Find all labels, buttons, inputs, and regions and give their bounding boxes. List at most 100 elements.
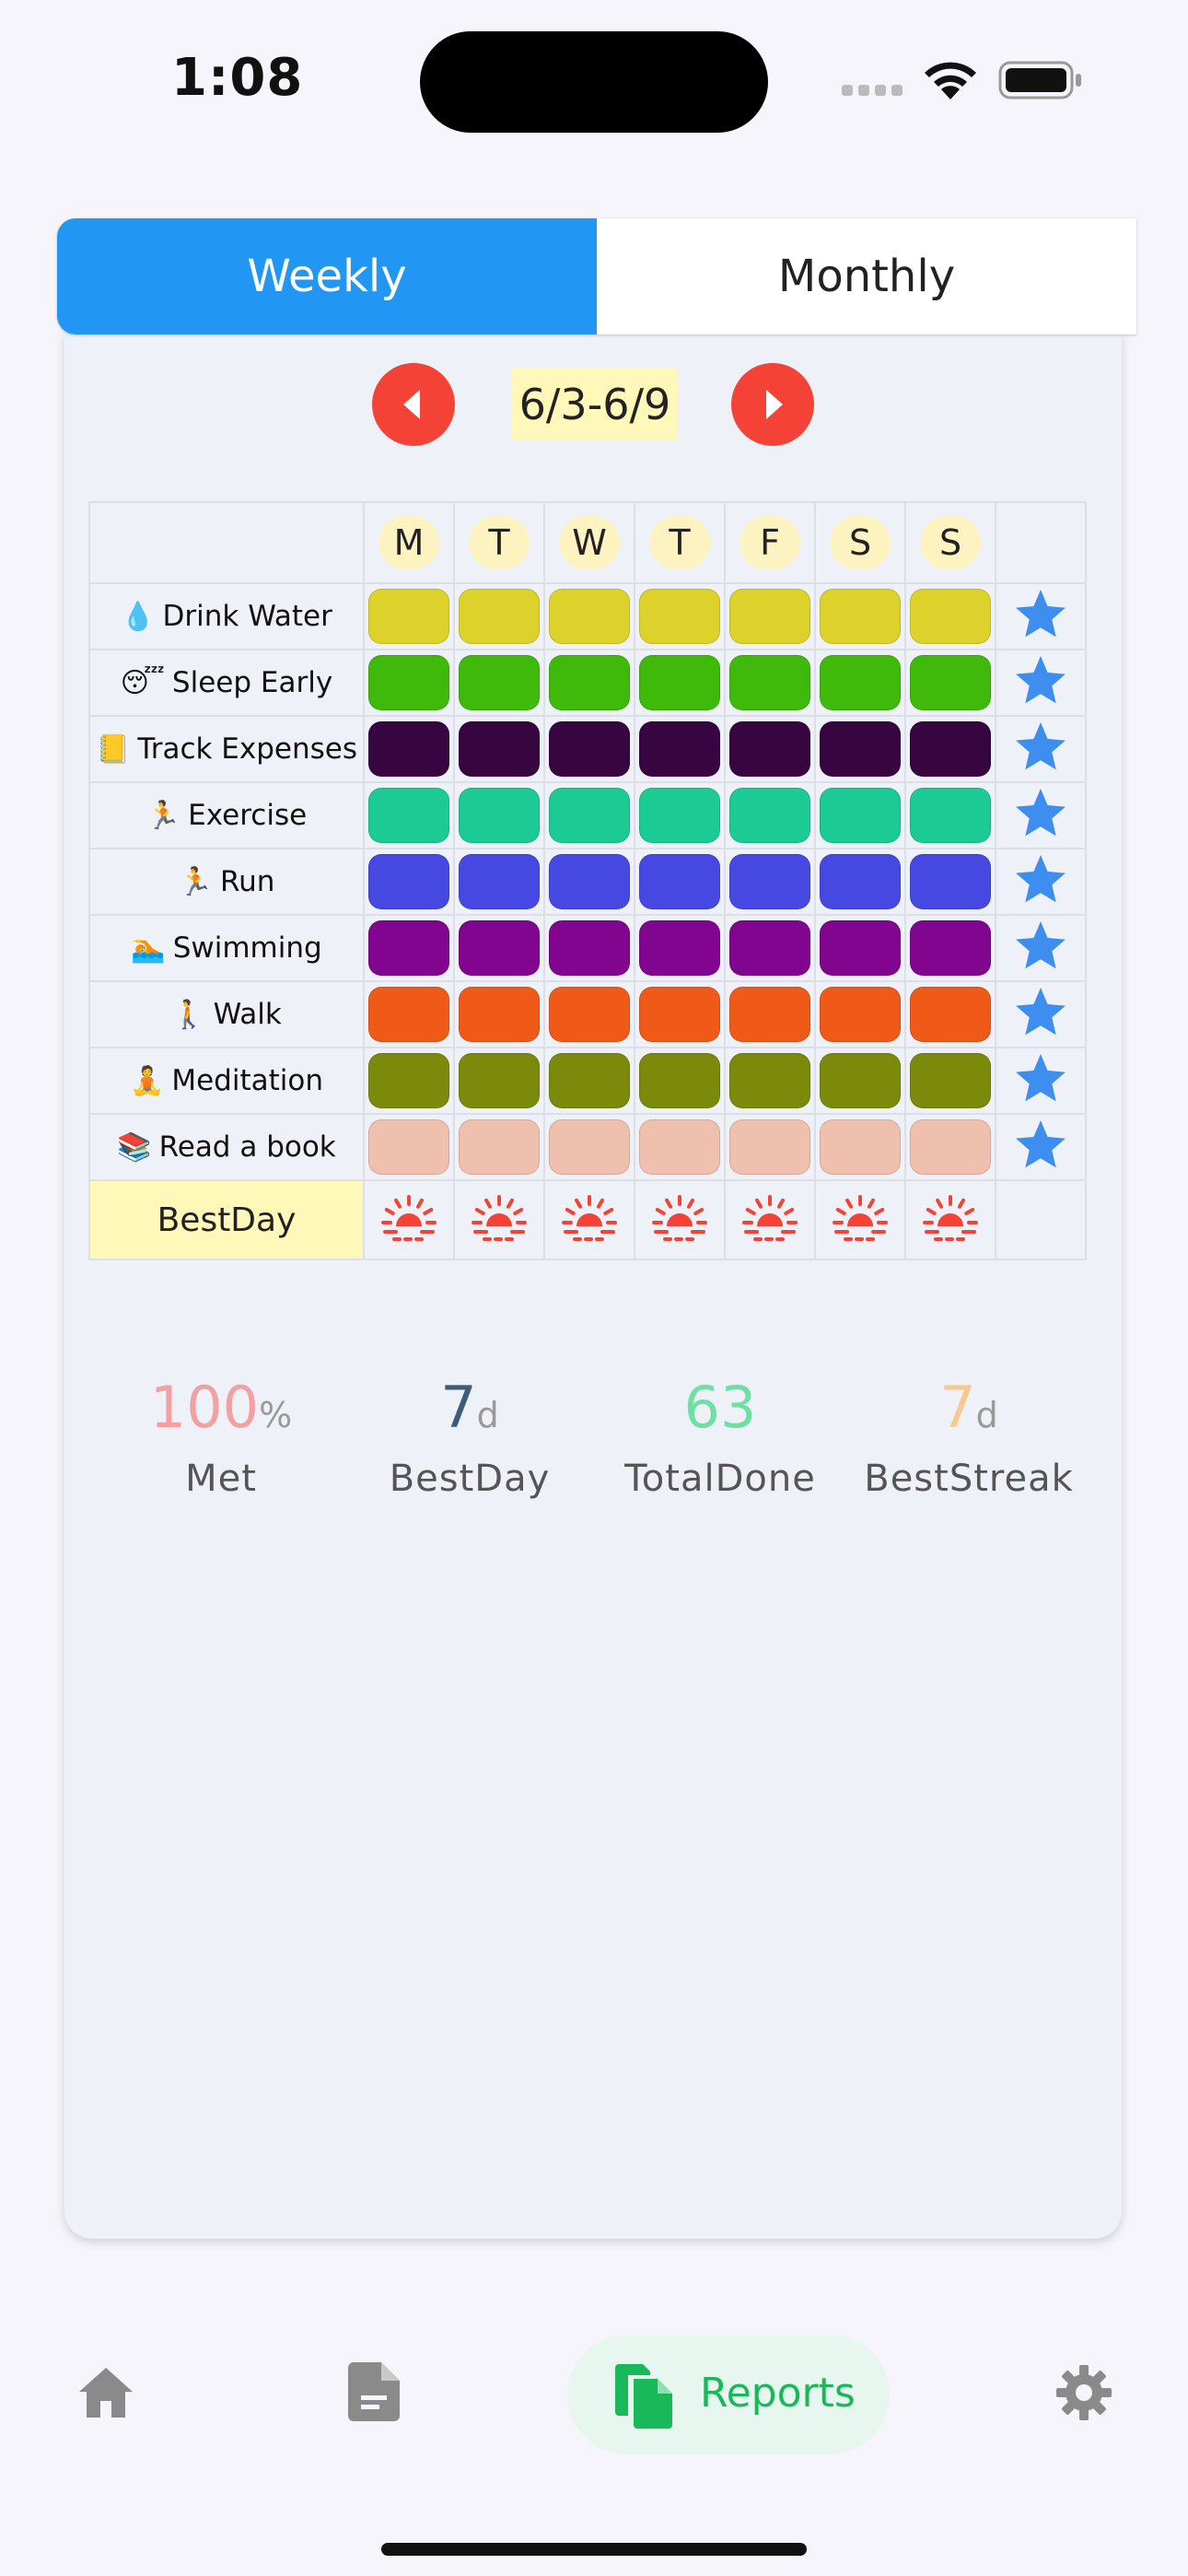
habit-completed-swatch[interactable]: [910, 1053, 991, 1108]
habit-completed-swatch[interactable]: [820, 1119, 901, 1175]
habit-completed-swatch[interactable]: [820, 854, 901, 909]
habit-row: 🏊 Swimming: [88, 914, 1087, 982]
sunrise-icon: [833, 1195, 888, 1241]
habit-day-cell: [453, 1047, 545, 1115]
habit-completed-swatch[interactable]: [368, 788, 449, 843]
habit-name-cell: 📒 Track Expenses: [88, 715, 365, 783]
habit-star-cell: [995, 848, 1087, 916]
habit-completed-swatch[interactable]: [820, 655, 901, 710]
habit-completed-swatch[interactable]: [729, 987, 810, 1042]
habit-completed-swatch[interactable]: [459, 721, 540, 777]
habit-completed-swatch[interactable]: [549, 788, 630, 843]
habit-name-cell: 🚶 Walk: [88, 980, 365, 1048]
habit-name: Sleep Early: [171, 666, 333, 699]
home-icon[interactable]: [77, 2366, 134, 2419]
habit-completed-swatch[interactable]: [368, 589, 449, 644]
habit-completed-swatch[interactable]: [368, 1053, 449, 1108]
habit-star-cell: [995, 1113, 1087, 1181]
best-day-cell: [904, 1179, 996, 1260]
previous-week-button[interactable]: [372, 363, 455, 446]
grid-header-spacer: [995, 501, 1087, 584]
habit-completed-swatch[interactable]: [459, 1053, 540, 1108]
day-header-label: F: [740, 516, 800, 569]
stat-number: 63: [683, 1374, 757, 1441]
habit-completed-swatch[interactable]: [368, 920, 449, 976]
habit-completed-swatch[interactable]: [910, 1119, 991, 1175]
next-week-button[interactable]: [731, 363, 814, 446]
habit-completed-swatch[interactable]: [639, 854, 720, 909]
habit-completed-swatch[interactable]: [910, 655, 991, 710]
habit-completed-swatch[interactable]: [549, 589, 630, 644]
habit-completed-swatch[interactable]: [368, 1119, 449, 1175]
habit-day-cell: [543, 980, 635, 1048]
habit-completed-swatch[interactable]: [820, 589, 901, 644]
habit-completed-swatch[interactable]: [639, 655, 720, 710]
habit-completed-swatch[interactable]: [639, 1119, 720, 1175]
habit-completed-swatch[interactable]: [459, 589, 540, 644]
habit-completed-swatch[interactable]: [820, 987, 901, 1042]
habit-completed-swatch[interactable]: [820, 788, 901, 843]
habit-completed-swatch[interactable]: [729, 721, 810, 777]
habit-day-cell: [543, 649, 635, 717]
sunrise-icon: [562, 1195, 617, 1241]
habit-completed-swatch[interactable]: [549, 920, 630, 976]
habit-completed-swatch[interactable]: [368, 655, 449, 710]
bottom-navigation: Reports: [0, 2322, 1188, 2469]
habit-completed-swatch[interactable]: [549, 987, 630, 1042]
habit-row: 🏃 Run: [88, 848, 1087, 916]
habit-completed-swatch[interactable]: [549, 721, 630, 777]
stat-value: 63: [600, 1371, 840, 1452]
habit-day-cell: [453, 582, 545, 650]
habit-completed-swatch[interactable]: [910, 788, 991, 843]
habit-completed-swatch[interactable]: [729, 589, 810, 644]
habit-completed-swatch[interactable]: [549, 655, 630, 710]
habit-completed-swatch[interactable]: [549, 1119, 630, 1175]
habit-completed-swatch[interactable]: [910, 987, 991, 1042]
document-icon[interactable]: [348, 2362, 400, 2421]
habit-completed-swatch[interactable]: [639, 1053, 720, 1108]
habit-completed-swatch[interactable]: [910, 854, 991, 909]
habit-day-cell: [724, 914, 816, 982]
stat-label: Met: [185, 1458, 257, 1500]
habit-completed-swatch[interactable]: [820, 920, 901, 976]
habit-completed-swatch[interactable]: [549, 854, 630, 909]
habit-completed-swatch[interactable]: [820, 1053, 901, 1108]
habit-completed-swatch[interactable]: [549, 1053, 630, 1108]
habit-completed-swatch[interactable]: [368, 987, 449, 1042]
habit-completed-swatch[interactable]: [459, 655, 540, 710]
tab-monthly[interactable]: Monthly: [597, 218, 1136, 334]
stat-totaldone: 63 TotalDone: [600, 1371, 840, 1500]
habit-name: Swimming: [172, 931, 322, 965]
habit-completed-swatch[interactable]: [368, 854, 449, 909]
habit-day-cell: [724, 715, 816, 783]
habit-completed-swatch[interactable]: [459, 987, 540, 1042]
habit-completed-swatch[interactable]: [820, 721, 901, 777]
gear-icon[interactable]: [1055, 2364, 1112, 2421]
habit-completed-swatch[interactable]: [729, 854, 810, 909]
tab-weekly[interactable]: Weekly: [57, 218, 597, 334]
habit-completed-swatch[interactable]: [459, 854, 540, 909]
habit-completed-swatch[interactable]: [910, 589, 991, 644]
habit-completed-swatch[interactable]: [459, 1119, 540, 1175]
habit-completed-swatch[interactable]: [729, 920, 810, 976]
stat-unit: d: [975, 1395, 998, 1435]
habit-completed-swatch[interactable]: [729, 1119, 810, 1175]
habit-completed-swatch[interactable]: [639, 920, 720, 976]
habit-completed-swatch[interactable]: [459, 920, 540, 976]
habit-row: 🚶 Walk: [88, 980, 1087, 1048]
habit-completed-swatch[interactable]: [639, 589, 720, 644]
habit-completed-swatch[interactable]: [459, 788, 540, 843]
sunrise-icon: [742, 1195, 798, 1241]
best-day-cell: [453, 1179, 545, 1260]
habit-completed-swatch[interactable]: [639, 721, 720, 777]
habit-completed-swatch[interactable]: [729, 788, 810, 843]
habit-completed-swatch[interactable]: [729, 1053, 810, 1108]
habit-completed-swatch[interactable]: [639, 788, 720, 843]
habit-day-cell: [453, 914, 545, 982]
habit-completed-swatch[interactable]: [368, 721, 449, 777]
habit-completed-swatch[interactable]: [729, 655, 810, 710]
habit-completed-swatch[interactable]: [639, 987, 720, 1042]
habit-completed-swatch[interactable]: [910, 920, 991, 976]
habit-completed-swatch[interactable]: [910, 721, 991, 777]
habit-day-cell: [814, 649, 906, 717]
